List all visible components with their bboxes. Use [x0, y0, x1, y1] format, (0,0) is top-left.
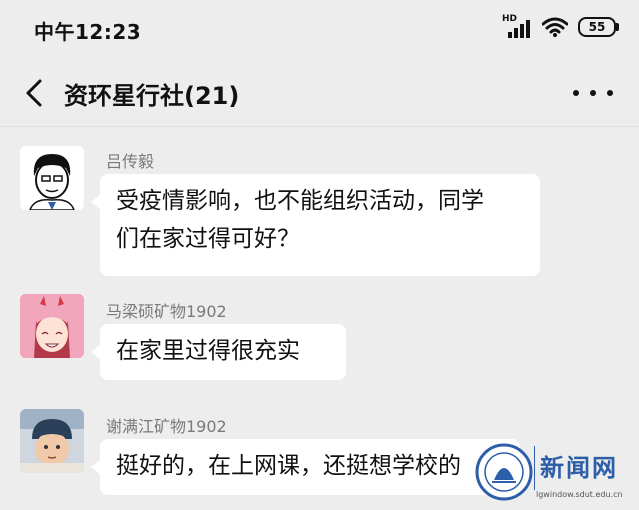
anime-girl-avatar-icon [20, 294, 84, 358]
message-line: 在家里过得很充实 [116, 338, 300, 364]
battery-icon: 55 [578, 17, 619, 37]
sender-name: 吕传毅 [106, 152, 155, 171]
watermark-title: 新闻网 [540, 454, 618, 482]
wifi-icon [542, 17, 568, 37]
chat-title: 资环星行社(21) [64, 82, 240, 110]
dot-icon [590, 90, 596, 96]
chevron-left-icon [26, 79, 42, 107]
message-bubble[interactable]: 在家里过得很充实 [91, 324, 346, 380]
status-time: 中午12:23 [34, 20, 142, 44]
sender-name: 谢满江矿物1902 [106, 417, 227, 436]
back-button[interactable] [20, 75, 50, 111]
university-seal-icon [475, 443, 533, 501]
cellular-signal-icon: HD [502, 14, 532, 40]
message-line: 们在家过得可好？ [116, 226, 300, 252]
cartoon-face-icon [20, 146, 84, 210]
dot-icon [573, 90, 579, 96]
battery-level: 55 [578, 17, 616, 37]
status-bar: 中午12:23 HD 55 [0, 0, 639, 60]
more-options-button[interactable] [573, 78, 613, 108]
news-watermark: 新闻网 lgwindow.sdut.edu.cn [470, 436, 639, 510]
watermark-url: lgwindow.sdut.edu.cn [536, 490, 623, 499]
avatar[interactable] [20, 409, 84, 473]
dot-icon [607, 90, 613, 96]
message-line: 挺好的，在上网课，还挺想学校的 [116, 453, 461, 479]
message-bubble[interactable]: 受疫情影响，也不能组织活动，同学 们在家过得可好？ [91, 174, 540, 276]
watermark-divider [534, 446, 535, 490]
message-line: 受疫情影响，也不能组织活动，同学 [116, 188, 484, 214]
baby-photo-avatar-icon [20, 409, 84, 473]
avatar[interactable] [20, 294, 84, 358]
message-bubble[interactable]: 挺好的，在上网课，还挺想学校的 [91, 439, 520, 495]
avatar[interactable] [20, 146, 84, 210]
chat-header: 资环星行社(21) [0, 60, 639, 127]
status-icons: HD 55 [502, 14, 619, 40]
sender-name: 马梁硕矿物1902 [106, 302, 227, 321]
